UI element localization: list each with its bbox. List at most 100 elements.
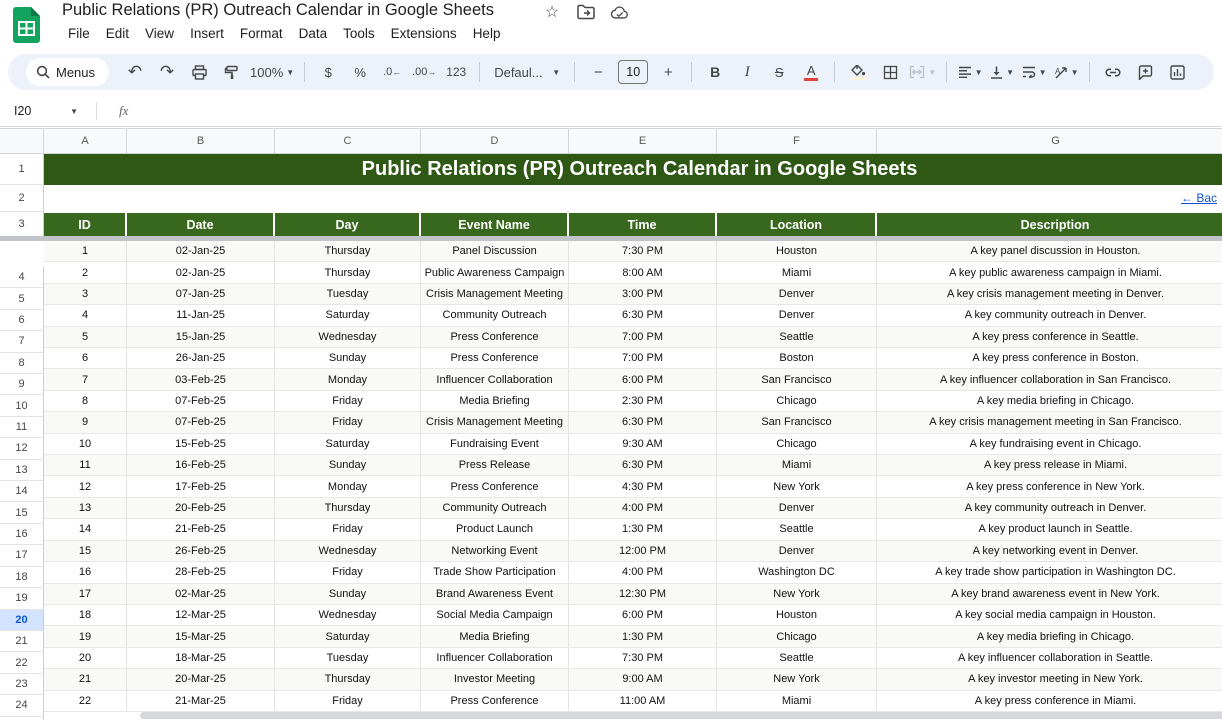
cell[interactable]: 12:30 PM (569, 584, 717, 605)
sheet-title-cell[interactable]: Public Relations (PR) Outreach Calendar … (44, 154, 1222, 185)
insert-comment-button[interactable] (1132, 59, 1158, 85)
cell[interactable]: 2:30 PM (569, 391, 717, 412)
cell[interactable]: 5 (44, 327, 127, 348)
cell[interactable]: Monday (275, 369, 421, 390)
cell[interactable]: 07-Feb-25 (127, 412, 275, 433)
cell[interactable]: 12 (44, 476, 127, 497)
number-format-button[interactable]: 123 (443, 59, 469, 85)
cell[interactable]: 6:00 PM (569, 605, 717, 626)
cell[interactable]: 1 (44, 241, 127, 262)
cell[interactable]: A key networking event in Denver. (877, 541, 1222, 562)
header-cell[interactable]: Day (275, 212, 421, 236)
star-icon[interactable]: ☆ (543, 3, 561, 21)
row-header-5[interactable]: 5 (0, 288, 44, 309)
name-box[interactable]: I20▼ (0, 104, 88, 118)
header-cell[interactable]: Event Name (421, 212, 569, 236)
cell[interactable]: Community Outreach (421, 305, 569, 326)
row-header-20[interactable]: 20 (0, 610, 44, 631)
cell[interactable]: 4:00 PM (569, 498, 717, 519)
cell[interactable]: A key influencer collaboration in San Fr… (877, 369, 1222, 390)
cell[interactable]: Friday (275, 562, 421, 583)
cell[interactable]: 6:30 PM (569, 412, 717, 433)
select-all-corner[interactable] (0, 128, 44, 154)
cell[interactable]: 17 (44, 584, 127, 605)
print-button[interactable] (186, 59, 212, 85)
cell[interactable]: 6:30 PM (569, 455, 717, 476)
cell[interactable]: Seattle (717, 327, 877, 348)
cell[interactable]: Denver (717, 284, 877, 305)
row-header-14[interactable]: 14 (0, 481, 44, 502)
cell[interactable]: New York (717, 584, 877, 605)
cell[interactable]: 07-Jan-25 (127, 284, 275, 305)
document-title[interactable]: Public Relations (PR) Outreach Calendar … (62, 1, 494, 20)
horizontal-scrollbar[interactable] (140, 712, 1222, 719)
cell[interactable]: Miami (717, 455, 877, 476)
cell[interactable]: 14 (44, 519, 127, 540)
cell[interactable]: Miami (717, 262, 877, 283)
cell[interactable]: Seattle (717, 648, 877, 669)
cell[interactable]: Sunday (275, 348, 421, 369)
zoom-select[interactable]: 100%▼ (250, 59, 294, 85)
cell[interactable]: Saturday (275, 626, 421, 647)
cell[interactable]: 21 (44, 669, 127, 690)
cell[interactable]: Thursday (275, 262, 421, 283)
cell[interactable]: 22 (44, 691, 127, 712)
increase-decimal-button[interactable]: .00→ (411, 59, 437, 85)
cell[interactable]: Saturday (275, 434, 421, 455)
cell[interactable]: 6:30 PM (569, 305, 717, 326)
merge-cells-button[interactable]: ▼ (909, 59, 936, 85)
cell[interactable]: Media Briefing (421, 391, 569, 412)
cell[interactable]: 16-Feb-25 (127, 455, 275, 476)
cell[interactable]: Sunday (275, 455, 421, 476)
cell[interactable]: A key trade show participation in Washin… (877, 562, 1222, 583)
cell[interactable]: 8 (44, 391, 127, 412)
cell[interactable]: Denver (717, 498, 877, 519)
cell[interactable]: Panel Discussion (421, 241, 569, 262)
cell[interactable]: A key community outreach in Denver. (877, 498, 1222, 519)
cell[interactable]: 10 (44, 434, 127, 455)
row-header-18[interactable]: 18 (0, 567, 44, 588)
cell[interactable]: Washington DC (717, 562, 877, 583)
header-cell[interactable]: Location (717, 212, 877, 236)
format-currency-button[interactable]: $ (315, 59, 341, 85)
cell[interactable]: Boston (717, 348, 877, 369)
cell[interactable]: Thursday (275, 241, 421, 262)
cell[interactable]: 26-Feb-25 (127, 541, 275, 562)
cell[interactable]: Social Media Campaign (421, 605, 569, 626)
row-header-21[interactable]: 21 (0, 631, 44, 652)
cell[interactable]: Sunday (275, 584, 421, 605)
cell[interactable]: A key crisis management meeting in Denve… (877, 284, 1222, 305)
row-header-24[interactable]: 24 (0, 695, 44, 716)
back-link[interactable]: ← Bac (1181, 191, 1217, 205)
text-wrap-button[interactable]: ▼ (1021, 59, 1047, 85)
cloud-status-icon[interactable] (611, 3, 629, 21)
row-header-11[interactable]: 11 (0, 417, 44, 438)
cell[interactable]: A key community outreach in Denver. (877, 305, 1222, 326)
text-color-button[interactable]: A (798, 59, 824, 85)
cell[interactable]: Chicago (717, 434, 877, 455)
cell[interactable]: Thursday (275, 498, 421, 519)
cell[interactable]: Influencer Collaboration (421, 369, 569, 390)
font-family-select[interactable]: Defaul...▼ (490, 59, 564, 85)
cell[interactable]: Tuesday (275, 284, 421, 305)
row-header-25[interactable]: 25 (0, 717, 44, 720)
cell[interactable]: 26-Jan-25 (127, 348, 275, 369)
cell[interactable]: 4 (44, 305, 127, 326)
cell[interactable]: 12:00 PM (569, 541, 717, 562)
row-header-6[interactable]: 6 (0, 310, 44, 331)
cell[interactable]: A key social media campaign in Houston. (877, 605, 1222, 626)
cell[interactable]: 07-Feb-25 (127, 391, 275, 412)
cell[interactable]: 3:00 PM (569, 284, 717, 305)
cell[interactable]: A key public awareness campaign in Miami… (877, 262, 1222, 283)
text-rotation-button[interactable]: A ▼ (1053, 59, 1079, 85)
redo-button[interactable]: ↷ (154, 59, 180, 85)
cell[interactable]: A key influencer collaboration in Seattl… (877, 648, 1222, 669)
cell[interactable]: 2 (44, 262, 127, 283)
cell[interactable]: Friday (275, 519, 421, 540)
cell[interactable]: 13 (44, 498, 127, 519)
cell[interactable]: 15-Jan-25 (127, 327, 275, 348)
column-header-C[interactable]: C (275, 128, 421, 154)
row-header-4[interactable]: 4 (0, 267, 44, 288)
sheet-row-2[interactable]: ← Bac (44, 185, 1222, 212)
cell[interactable]: 21-Feb-25 (127, 519, 275, 540)
